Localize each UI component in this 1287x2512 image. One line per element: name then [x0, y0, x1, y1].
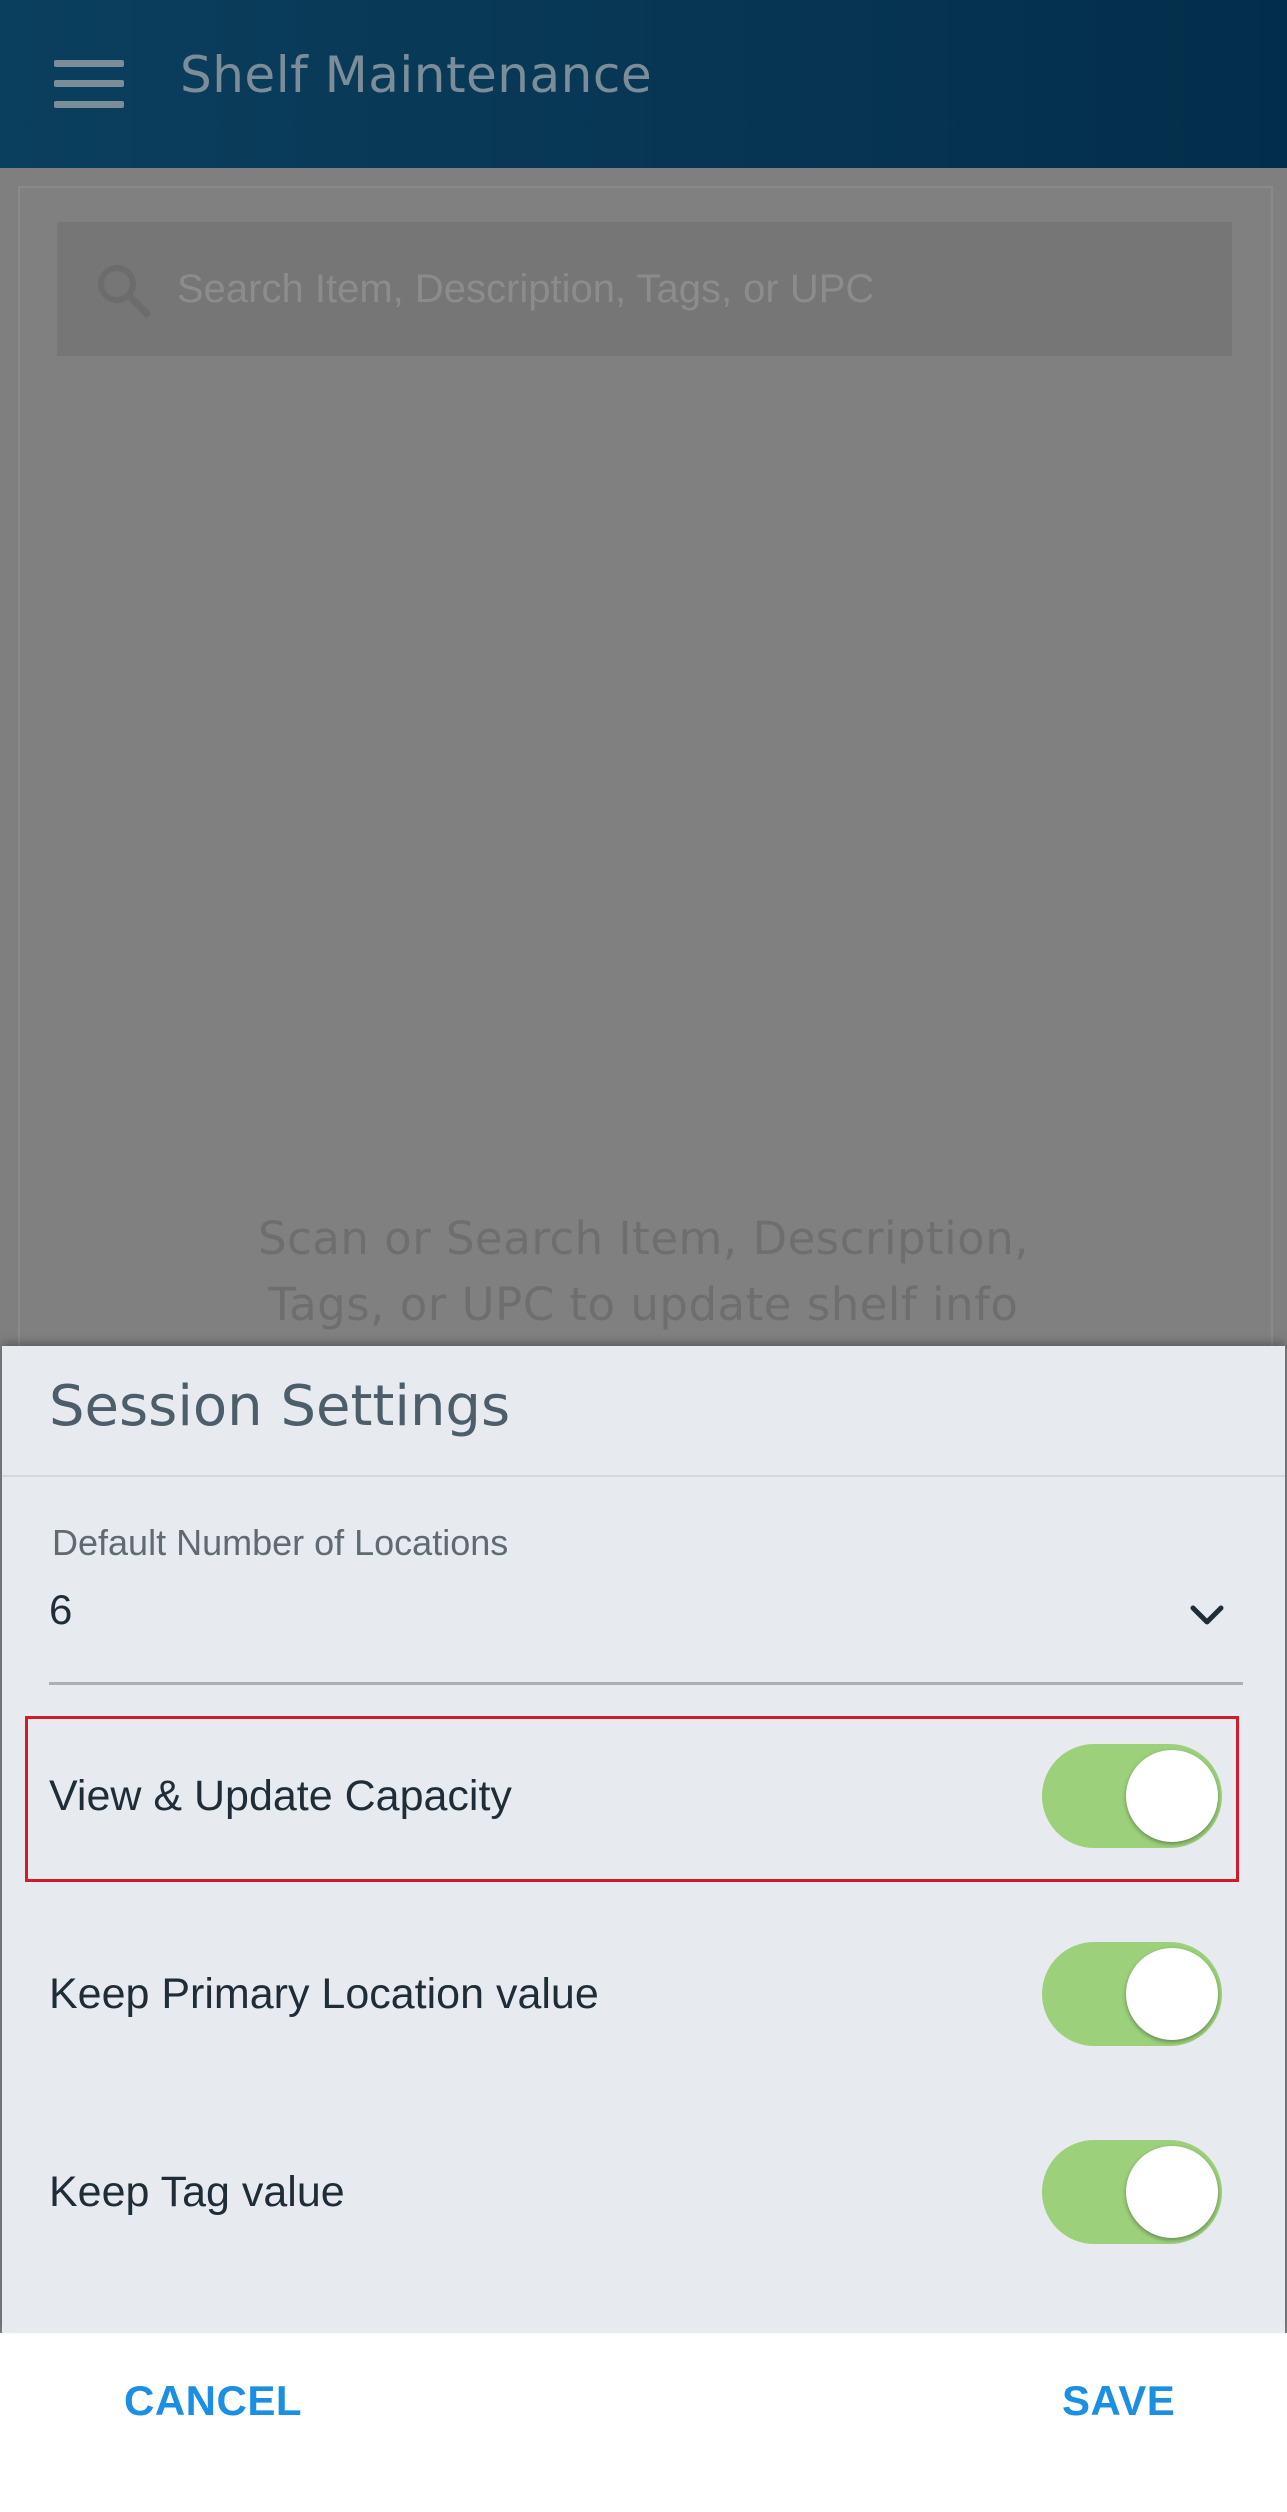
- setting-row-keep-primary-location: Keep Primary Location value: [2, 1914, 1285, 2074]
- toggle-knob: [1126, 1750, 1218, 1842]
- empty-state-line-2: Tags, or UPC to update shelf info: [268, 1278, 1019, 1331]
- keep-primary-location-toggle[interactable]: [1042, 1942, 1222, 2046]
- default-locations-label: Default Number of Locations: [52, 1522, 509, 1563]
- search-bar[interactable]: [57, 222, 1232, 356]
- page-title: Shelf Maintenance: [180, 46, 653, 104]
- cancel-button[interactable]: CANCEL: [124, 2377, 302, 2425]
- toggle-knob: [1126, 1948, 1218, 2040]
- session-settings-title: Session Settings: [49, 1374, 511, 1439]
- default-locations-value: 6: [49, 1586, 73, 1633]
- search-icon: [98, 265, 151, 318]
- view-update-capacity-toggle[interactable]: [1042, 1744, 1222, 1848]
- sheet-footer: CANCEL SAVE: [0, 2333, 1287, 2512]
- setting-label-keep-primary-location: Keep Primary Location value: [49, 1970, 599, 2018]
- setting-label-keep-tag-value: Keep Tag value: [49, 2168, 345, 2216]
- empty-state-line-1: Scan or Search Item, Description,: [257, 1212, 1030, 1265]
- toggle-knob: [1126, 2146, 1218, 2238]
- sheet-divider: [2, 1475, 1285, 1477]
- default-locations-select[interactable]: 6: [49, 1586, 1243, 1685]
- search-input[interactable]: [177, 222, 1207, 356]
- chevron-down-icon: [1190, 1605, 1224, 1625]
- setting-label-view-update-capacity: View & Update Capacity: [49, 1772, 512, 1820]
- main-content-panel: [18, 186, 1273, 1348]
- setting-row-keep-tag-value: Keep Tag value: [2, 2112, 1285, 2272]
- hamburger-menu-icon[interactable]: [54, 60, 124, 108]
- session-settings-sheet: Session Settings Default Number of Locat…: [2, 1346, 1285, 2333]
- keep-tag-value-toggle[interactable]: [1042, 2140, 1222, 2244]
- empty-state-message: Scan or Search Item, Description, Tags, …: [0, 1206, 1287, 1338]
- save-button[interactable]: SAVE: [1062, 2377, 1175, 2425]
- setting-row-view-update-capacity: View & Update Capacity: [2, 1716, 1285, 1876]
- app-header: Shelf Maintenance: [0, 0, 1287, 168]
